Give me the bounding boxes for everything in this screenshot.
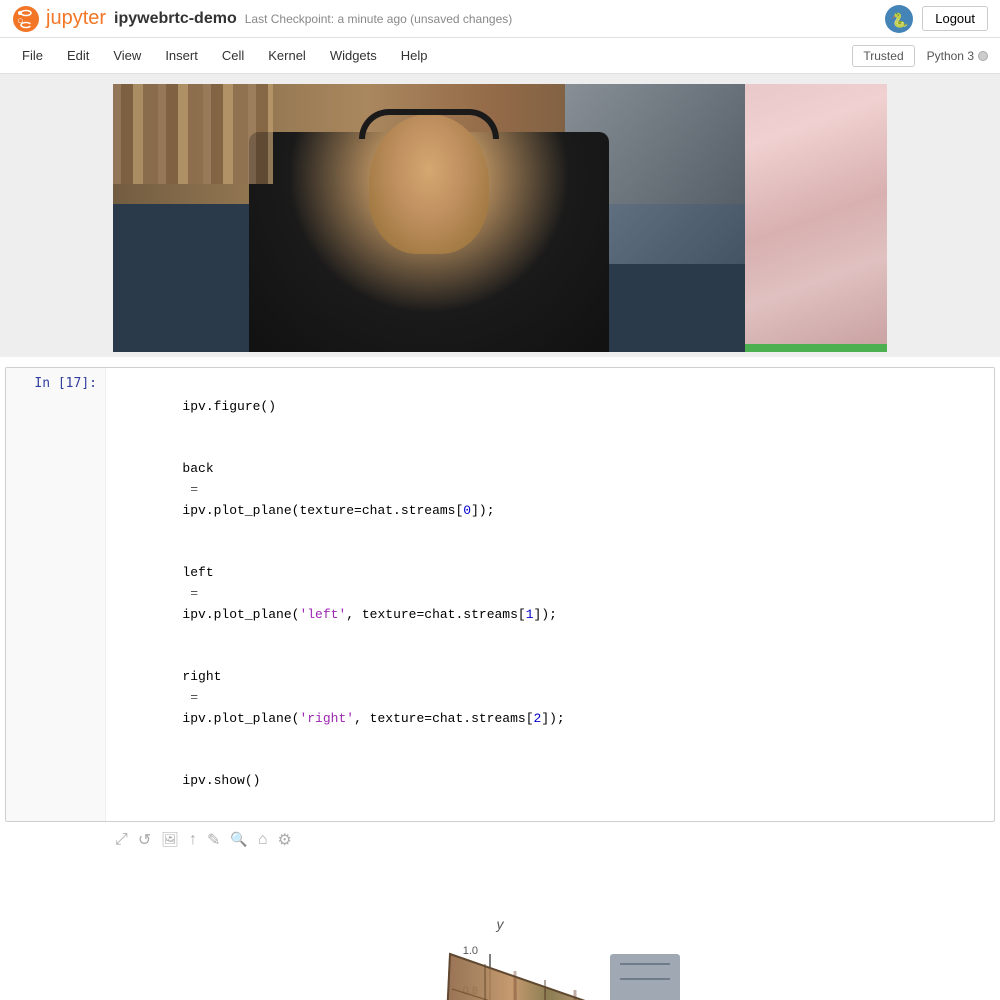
toolbar-move-icon[interactable]: ⤢: [115, 831, 128, 849]
svg-text:🐍: 🐍: [891, 12, 908, 29]
svg-text:y: y: [496, 916, 505, 932]
topbar-right: 🐍 Logout: [884, 4, 988, 34]
code-line-5: ipv.show(): [120, 750, 980, 812]
notebook-title: ipywebrtc-demo: [114, 10, 237, 28]
menu-edit[interactable]: Edit: [57, 44, 99, 67]
jupyter-logo: ○ jupyter: [12, 5, 106, 33]
plot-container: 0.2 0.4 0.6 0.8 1.0 x 0.0 0.2 0.4 0.6 0.…: [290, 874, 710, 1000]
kernel-status-dot: [978, 51, 988, 61]
main-content: In [17]: ipv.figure() back = ipv.plot_pl…: [0, 74, 1000, 1000]
code-cell: In [17]: ipv.figure() back = ipv.plot_pl…: [5, 367, 995, 822]
python-logo-icon: 🐍: [884, 4, 914, 34]
jupyter-logo-icon: ○: [12, 5, 40, 33]
menu-widgets[interactable]: Widgets: [320, 44, 387, 67]
svg-text:1.0: 1.0: [463, 945, 478, 957]
menu-cell[interactable]: Cell: [212, 44, 254, 67]
toolbar-reset-icon[interactable]: ↺: [138, 830, 151, 850]
cell-content: ipv.figure() back = ipv.plot_plane(textu…: [106, 368, 994, 821]
trusted-badge[interactable]: Trusted: [852, 45, 914, 67]
video-container: [0, 74, 1000, 357]
code-line-4: right = ipv.plot_plane('right', texture=…: [120, 646, 980, 750]
menubar: File Edit View Insert Cell Kernel Widget…: [0, 38, 1000, 74]
side-video-content: [745, 344, 887, 352]
logout-button[interactable]: Logout: [922, 6, 988, 31]
menu-insert[interactable]: Insert: [155, 44, 208, 67]
menu-file[interactable]: File: [12, 44, 53, 67]
toolbar-image-icon[interactable]: 🖼: [161, 831, 179, 848]
headphones: [359, 109, 499, 139]
code-line-2: back = ipv.plot_plane(texture=chat.strea…: [120, 438, 980, 542]
toolbar-draw-icon[interactable]: ✎: [207, 830, 220, 850]
menu-help[interactable]: Help: [391, 44, 438, 67]
checkpoint-text: Last Checkpoint: a minute ago (unsaved c…: [245, 12, 513, 26]
menu-view[interactable]: View: [103, 44, 151, 67]
toolbar-home-icon[interactable]: ⌂: [258, 831, 268, 849]
code-line-3: left = ipv.plot_plane('left', texture=ch…: [120, 542, 980, 646]
3d-plot-svg[interactable]: 0.2 0.4 0.6 0.8 1.0 x 0.0 0.2 0.4 0.6 0.…: [290, 874, 710, 1000]
menu-kernel[interactable]: Kernel: [258, 44, 316, 67]
toolbar-up-icon[interactable]: ↑: [189, 831, 197, 849]
svg-text:○: ○: [17, 15, 24, 27]
toolbar-zoom-icon[interactable]: 🔍: [230, 831, 247, 848]
cell-toolbar: ⤢ ↺ 🖼 ↑ ✎ 🔍 ⌂ ⚙: [5, 826, 995, 854]
code-func-1: ipv.figure(): [182, 399, 276, 414]
kernel-info: Python 3: [927, 49, 988, 63]
jupyter-logo-text: jupyter: [46, 7, 106, 30]
side-video: [745, 84, 887, 352]
main-video: [113, 84, 745, 352]
toolbar-settings-icon[interactable]: ⚙: [278, 830, 292, 850]
topbar: ○ jupyter ipywebrtc-demo Last Checkpoint…: [0, 0, 1000, 38]
code-line-1: ipv.figure(): [120, 376, 980, 438]
cell-prompt: In [17]:: [6, 368, 106, 821]
plot-area: 0.2 0.4 0.6 0.8 1.0 x 0.0 0.2 0.4 0.6 0.…: [5, 854, 995, 1000]
shelf-details-left: [113, 84, 273, 184]
video-output-section: [0, 74, 1000, 357]
